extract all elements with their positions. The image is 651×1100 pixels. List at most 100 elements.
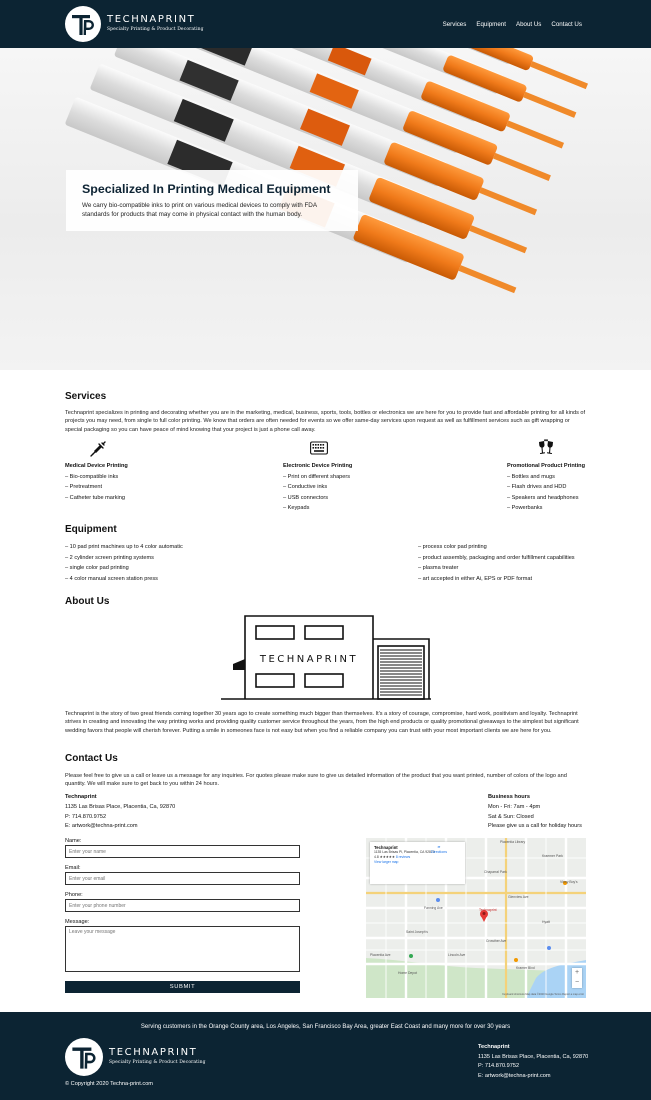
list-item: – Speakers and headphones: [507, 494, 579, 501]
business-hours: Business hours Mon - Fri: 7am - 4pm Sat …: [488, 793, 582, 832]
hero-title: Specialized In Printing Medical Equipmen…: [82, 182, 331, 196]
zoom-in-button[interactable]: +: [572, 968, 582, 978]
directions-label: Directions: [431, 850, 447, 854]
map-reviews-link[interactable]: 8 reviews: [396, 855, 410, 859]
map-info-card: Technaprint 1135 Las Brisas Pl, Placenti…: [370, 842, 465, 884]
brand-name: TECHNAPRINT: [107, 14, 196, 25]
nav-about-us[interactable]: About Us: [516, 20, 541, 29]
map-attribution: Keyboard shortcuts Map data ©2020 Google…: [502, 993, 584, 997]
top-header: TECHNAPRINT Specialty Printing & Product…: [0, 0, 651, 48]
submit-button[interactable]: SUBMIT: [65, 981, 300, 993]
hours-weekend: Sat & Sun: Closed: [488, 813, 534, 820]
directions-button[interactable]: ➦ Directions: [431, 845, 447, 855]
map-label: Chaparral Park: [484, 870, 507, 874]
email-field[interactable]: [65, 872, 300, 885]
contact-heading: Contact Us: [65, 753, 118, 764]
tp-logo-icon: [65, 6, 101, 42]
list-item: – Keypads: [283, 505, 310, 511]
hours-weekday: Mon - Fri: 7am - 4pm: [488, 803, 541, 810]
building-illustration: TECHNAPRINT: [221, 615, 431, 700]
footer-email[interactable]: E: artwork@techna-print.com: [478, 1072, 588, 1082]
about-heading: About Us: [65, 596, 110, 607]
map-label: Fanning Ave: [424, 906, 443, 910]
keyboard-icon: [310, 441, 328, 455]
service-column-medical: Medical Device Printing – Bio-compatible…: [65, 461, 128, 503]
list-item: – Conductive inks: [283, 484, 328, 490]
contact-form: Name: Email: Phone: Message: SUBMIT: [65, 838, 300, 993]
hero-banner: Specialized In Printing Medical Equipmen…: [0, 48, 651, 370]
map-zoom-controls: + −: [572, 968, 582, 988]
brand-tagline: Specialty Printing & Product Decorating: [107, 27, 204, 32]
company-email[interactable]: E: artwork@techna-print.com: [65, 822, 175, 832]
champagne-glasses-icon: [539, 439, 553, 455]
list-item: – Print on different shapers: [283, 473, 351, 480]
building-sign: TECHNAPRINT: [259, 654, 358, 665]
map-label: Home Depot: [398, 971, 418, 975]
footer-phone[interactable]: P: 714.870.9752: [478, 1062, 588, 1072]
list-item: – USB connectors: [283, 494, 329, 501]
contact-details: Technaprint 1135 Las Brisas Place, Place…: [65, 793, 175, 832]
view-larger-map-link[interactable]: View larger map: [374, 860, 461, 865]
brand-tagline: Specialty Printing & Product Decorating: [109, 1060, 206, 1065]
service-title: Medical Device Printing: [65, 463, 128, 469]
nav-contact-us[interactable]: Contact Us: [551, 20, 582, 29]
equipment-list-left: – 10 pad print machines up to 4 color au…: [65, 542, 183, 584]
company-name: Technaprint: [65, 794, 97, 800]
map-label: Saint Joseph's: [406, 930, 428, 934]
brand-name: TECHNAPRINT: [109, 1047, 198, 1058]
services-heading: Services: [65, 391, 107, 402]
list-item: – Catheter tube marking: [65, 494, 126, 501]
email-label: Email:: [65, 865, 81, 871]
map-label: Crowther Ave: [486, 939, 507, 943]
copyright: © Copyright 2020 Techna-print.com: [65, 1081, 153, 1087]
map-label: Placentia Library: [500, 840, 526, 844]
name-label: Name:: [65, 838, 82, 844]
services-intro: Technaprint specializes in printing and …: [65, 410, 586, 433]
footer-company: Technaprint: [478, 1044, 510, 1050]
hours-title: Business hours: [488, 794, 530, 800]
list-item: – Powerbanks: [507, 505, 543, 511]
list-item: – plasma treater: [418, 565, 459, 571]
equipment-heading: Equipment: [65, 524, 117, 535]
hero-card: Specialized In Printing Medical Equipmen…: [66, 170, 358, 231]
list-item: – product assembly, packaging and order …: [418, 554, 575, 561]
map-label: Kraemer Park: [542, 854, 563, 858]
map-label: Lincoln Ave: [448, 953, 466, 957]
map-label: Vinny Boy's: [560, 880, 578, 884]
list-item: – 4 color manual screen station press: [65, 575, 158, 582]
tp-logo-icon: [65, 1038, 103, 1076]
list-item: – Bio-compatible inks: [65, 473, 119, 480]
map-rating: 4.8 ★★★★★: [374, 855, 395, 859]
equipment-list-right: – process color pad printing – product a…: [418, 542, 575, 584]
footer-address: 1135 Las Brisas Place, Placentia, Ca, 92…: [478, 1053, 589, 1060]
message-field[interactable]: [65, 926, 300, 972]
nav-equipment[interactable]: Equipment: [476, 20, 506, 29]
about-text: Technaprint is the story of two great fr…: [65, 711, 579, 734]
main-nav: Services Equipment About Us Contact Us: [443, 20, 582, 29]
phone-field[interactable]: [65, 899, 300, 912]
nav-services[interactable]: Services: [443, 20, 467, 29]
company-phone[interactable]: P: 714.870.9752: [65, 813, 175, 823]
site-footer: Serving customers in the Orange County a…: [0, 1012, 651, 1100]
list-item: – process color pad printing: [418, 544, 487, 550]
list-item: – art accepted in either Ai, EPS or PDF …: [418, 575, 533, 582]
list-item: – Pretreatment: [65, 484, 102, 490]
service-column-electronic: Electronic Device Printing – Print on di…: [283, 461, 352, 514]
zoom-out-button[interactable]: −: [572, 978, 582, 988]
name-field[interactable]: [65, 845, 300, 858]
map-label: Kramer Blvd: [516, 966, 535, 970]
map-label: Glenview Ave: [508, 895, 529, 899]
list-item: – Flash drives and HDD: [507, 484, 567, 490]
header-logo[interactable]: TECHNAPRINT Specialty Printing & Product…: [65, 6, 204, 42]
hours-holiday: Please give us a call for holiday hours: [488, 823, 582, 830]
service-title: Electronic Device Printing: [283, 463, 353, 469]
service-title: Promotional Product Printing: [507, 463, 586, 469]
map-label: Hyatt: [542, 920, 550, 924]
phone-label: Phone:: [65, 892, 83, 898]
hero-text: We carry bio-compatible inks to print on…: [82, 202, 317, 218]
list-item: – 2 cylinder screen printing systems: [65, 554, 154, 561]
location-map[interactable]: Technaprint Placentia Library Kraemer Pa…: [366, 838, 586, 998]
footer-contact: Technaprint 1135 Las Brisas Place, Place…: [478, 1043, 588, 1081]
footer-logo[interactable]: TECHNAPRINT Specialty Printing & Product…: [65, 1038, 206, 1076]
list-item: – 10 pad print machines up to 4 color au…: [65, 544, 183, 550]
